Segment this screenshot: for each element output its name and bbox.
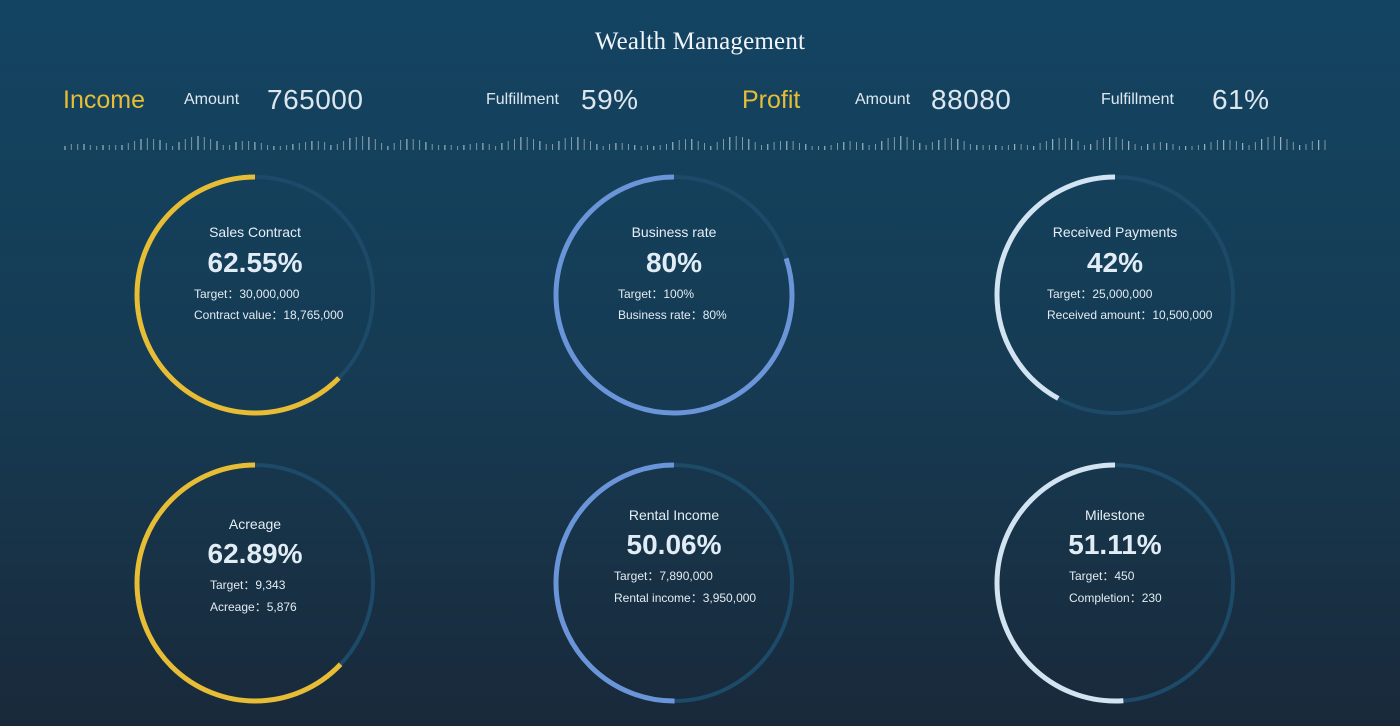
profit-fulfillment-label: Fulfillment [1101,91,1174,108]
gauge-target: Target：100% [618,287,695,301]
gauge-percent: 62.89% [207,538,303,569]
gauge-title: Rental Income [628,507,720,523]
gauge-title: Business rate [631,224,717,240]
gauge-actual: Received amount：10,500,000 [1047,308,1213,322]
gauge-actual: Rental income：3,950,000 [614,591,757,605]
gauge-target: Target：450 [1069,569,1135,583]
profit-amount-value: 88080 [931,84,1012,115]
profit-amount-label: Amount [855,91,911,108]
income-fulfillment-label: Fulfillment [486,91,559,108]
profit-label: Profit [742,85,801,114]
gauge-actual: Acreage：5,876 [210,600,297,614]
gauge-rental-income: Rental Income 50.06% Target：7,890,000 Re… [544,453,804,713]
gauge-acreage: Acreage 62.89% Target：9,343 Acreage：5,87… [125,453,385,713]
gauge-percent: 42% [1086,247,1144,278]
income-amount-label: Amount [184,91,240,108]
gauge-title: Received Payments [1052,224,1178,240]
gauge-sales-contract: Sales Contract 62.55% Target：30,000,000 … [125,165,385,425]
gauge-target: Target：25,000,000 [1047,287,1153,301]
gauge-target: Target：9,343 [210,578,286,592]
gauge-title: Sales Contract [209,224,301,240]
income-label: Income [63,85,145,114]
gauge-percent: 51.11% [1068,529,1162,560]
gauge-received-payments: Received Payments 42% Target：25,000,000 … [985,165,1245,425]
gauge-actual: Business rate：80% [618,308,727,322]
profit-fulfillment-value: 61% [1212,84,1270,115]
gauge-percent: 62.55% [207,247,303,278]
gauge-business-rate: Business rate 80% Target：100% Business r… [544,165,804,425]
gauge-title: Milestone [1085,507,1145,523]
gauge-percent: 50.06% [626,529,722,560]
gauge-title: Acreage [228,516,282,532]
gauge-actual: Completion：230 [1069,591,1162,605]
gauge-milestone: Milestone 51.11% Target：450 Completion：2… [985,453,1245,713]
gauge-percent: 80% [645,247,703,278]
gauge-target: Target：7,890,000 [614,569,713,583]
page-title: Wealth Management [594,28,806,55]
gauge-actual: Contract value：18,765,000 [194,308,344,322]
income-fulfillment-value: 59% [581,84,639,115]
income-amount-value: 765000 [267,84,364,115]
gauge-target: Target：30,000,000 [194,287,300,301]
tick-bar-decoration [64,136,1326,150]
